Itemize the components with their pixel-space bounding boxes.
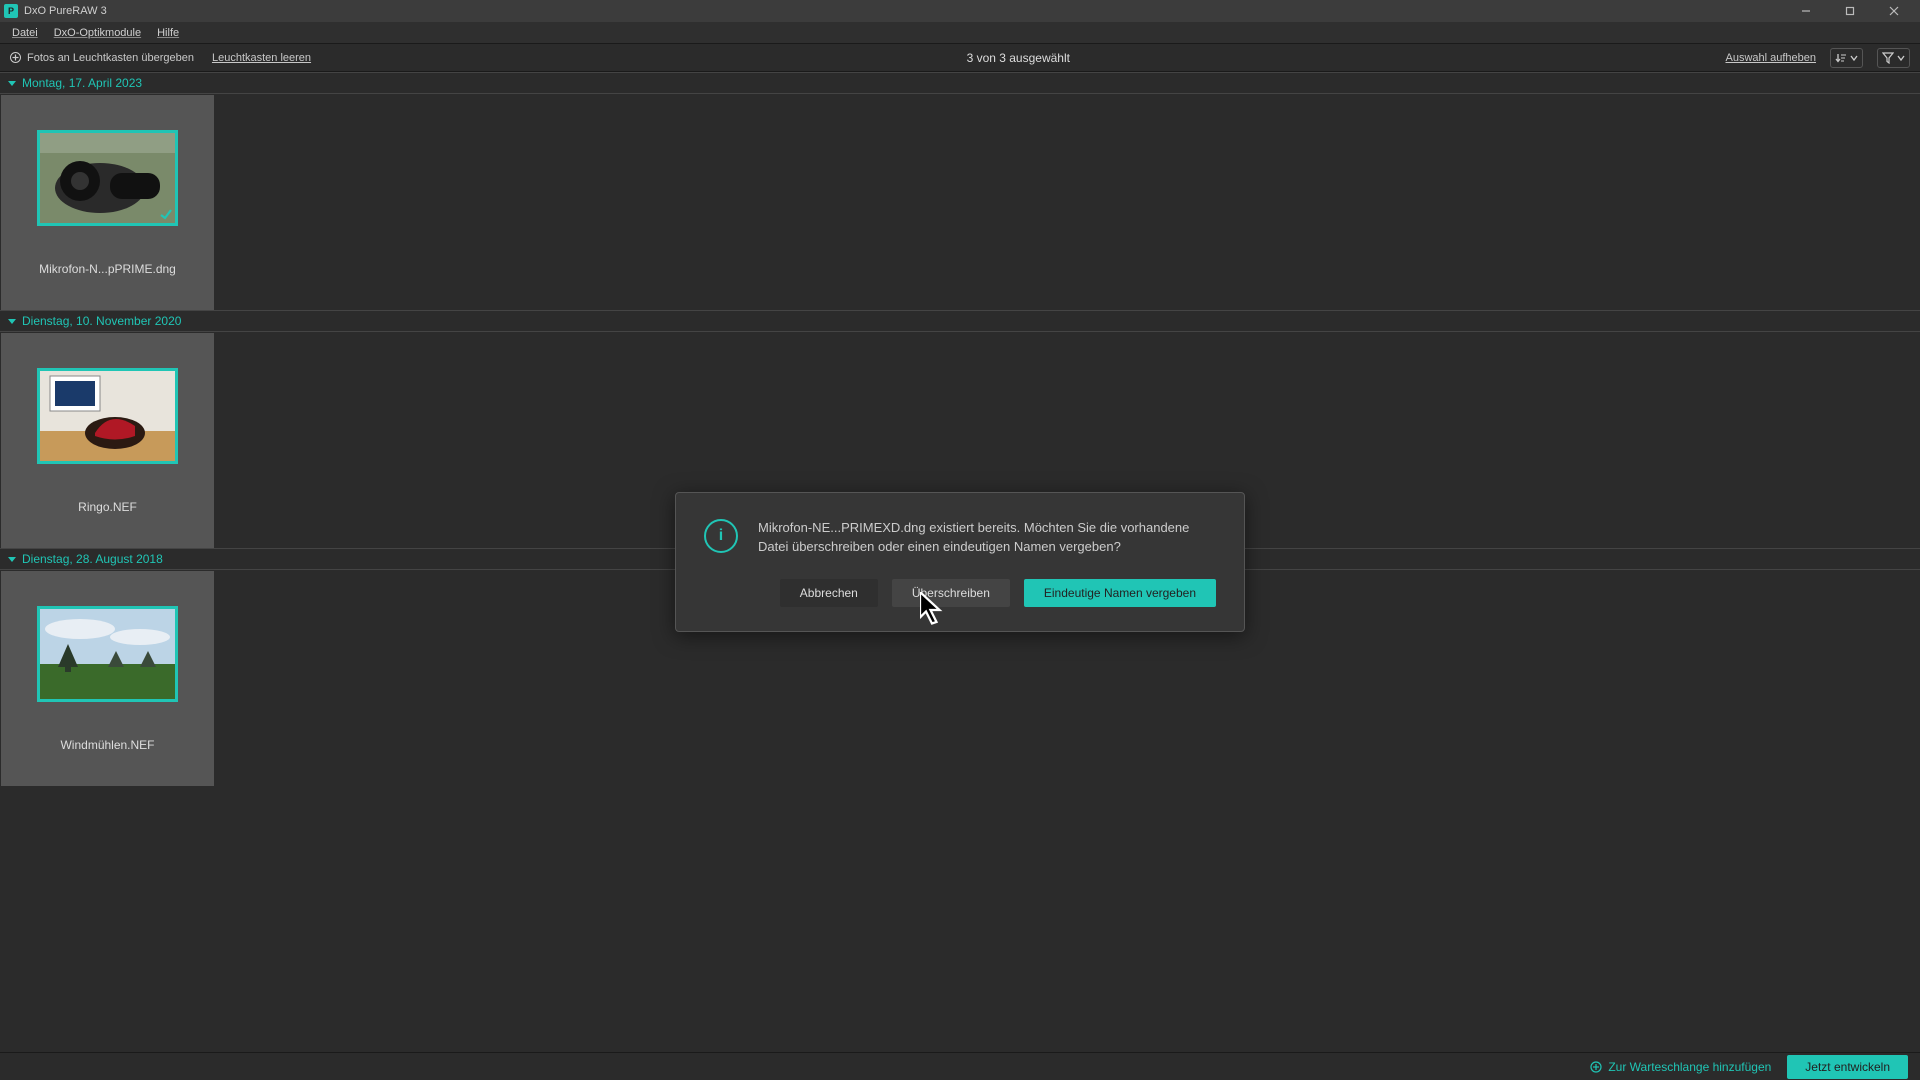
clear-lightbox-label: Leuchtkasten leeren (212, 52, 311, 64)
app-title: DxO PureRAW 3 (24, 5, 107, 17)
overwrite-button[interactable]: Überschreiben (892, 579, 1010, 607)
toolbar: Fotos an Leuchtkasten übergeben Leuchtka… (0, 44, 1920, 72)
footer: Zur Warteschlange hinzufügen Jetzt entwi… (0, 1052, 1920, 1080)
titlebar: P DxO PureRAW 3 (0, 0, 1920, 22)
main-area: Montag, 17. April 2023 Mikrofon-N...pPRI… (0, 72, 1920, 1052)
info-icon: i (704, 519, 738, 553)
dialog-backdrop: i Mikrofon-NE...PRIMEXD.dng existiert be… (0, 72, 1920, 1052)
plus-icon (10, 52, 21, 63)
menu-help[interactable]: Hilfe (149, 22, 187, 43)
menubar: Datei DxO-Optikmodule Hilfe (0, 22, 1920, 44)
add-to-queue-button[interactable]: Zur Warteschlange hinzufügen (1590, 1060, 1771, 1074)
add-photos-button[interactable]: Fotos an Leuchtkasten übergeben (10, 52, 194, 64)
clear-selection-button[interactable]: Auswahl aufheben (1725, 52, 1816, 64)
maximize-button[interactable] (1828, 0, 1872, 22)
unique-names-button[interactable]: Eindeutige Namen vergeben (1024, 579, 1216, 607)
menu-optics-modules[interactable]: DxO-Optikmodule (46, 22, 149, 43)
funnel-icon (1882, 52, 1894, 64)
develop-now-button[interactable]: Jetzt entwickeln (1787, 1055, 1908, 1079)
overwrite-dialog: i Mikrofon-NE...PRIMEXD.dng existiert be… (675, 492, 1245, 632)
clear-lightbox-button[interactable]: Leuchtkasten leeren (212, 52, 311, 64)
sort-icon (1835, 52, 1847, 64)
dialog-message: Mikrofon-NE...PRIMEXD.dng existiert bere… (758, 519, 1216, 557)
minimize-button[interactable] (1784, 0, 1828, 22)
sort-button[interactable] (1830, 48, 1863, 68)
close-button[interactable] (1872, 0, 1916, 22)
filter-button[interactable] (1877, 48, 1910, 68)
cancel-button[interactable]: Abbrechen (780, 579, 878, 607)
add-to-queue-label: Zur Warteschlange hinzufügen (1608, 1060, 1771, 1074)
chevron-down-icon (1897, 54, 1905, 62)
app-icon: P (4, 4, 18, 18)
selection-status: 3 von 3 ausgewählt (311, 51, 1725, 65)
add-photos-label: Fotos an Leuchtkasten übergeben (27, 52, 194, 64)
chevron-down-icon (1850, 54, 1858, 62)
svg-text:P: P (8, 6, 14, 16)
plus-circle-icon (1590, 1061, 1602, 1073)
menu-file[interactable]: Datei (4, 22, 46, 43)
